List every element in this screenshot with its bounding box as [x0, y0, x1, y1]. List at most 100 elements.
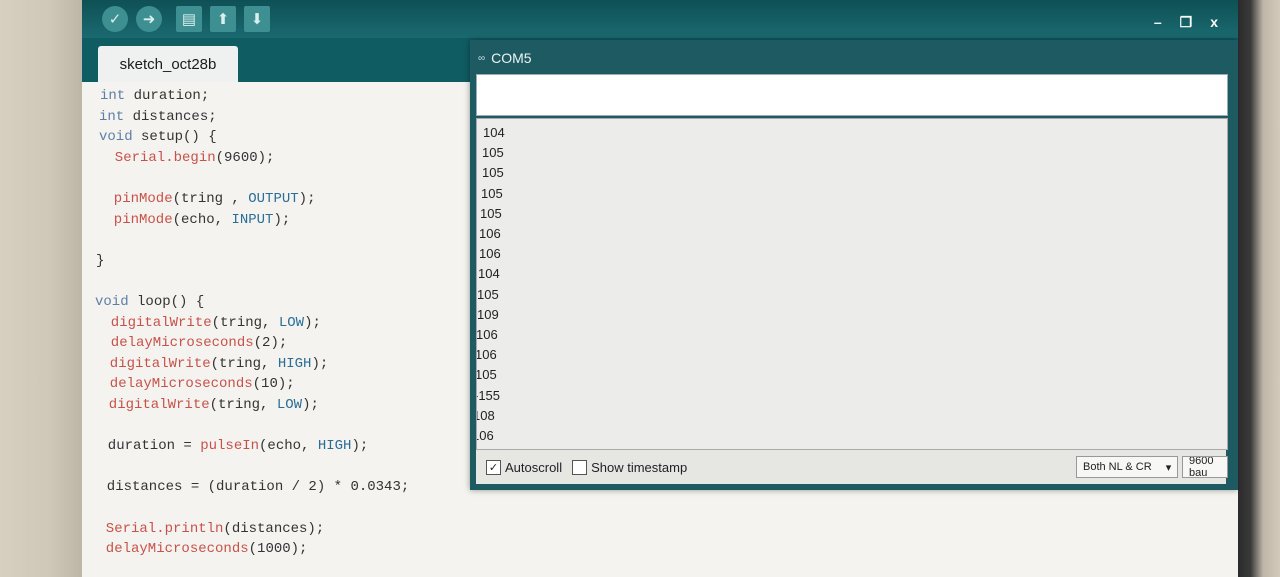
- verify-button[interactable]: ✓: [102, 6, 128, 32]
- code-line: delayMicroseconds(10);: [93, 374, 295, 394]
- code-token: (echo,: [172, 211, 232, 228]
- new-sketch-button[interactable]: ▤: [176, 6, 202, 32]
- document-icon: ▤: [181, 11, 197, 28]
- upload-button[interactable]: ➜: [136, 6, 162, 32]
- code-line: digitalWrite(tring, HIGH);: [93, 354, 328, 374]
- code-token: pinMode: [97, 191, 173, 207]
- code-token: HIGH: [317, 438, 352, 455]
- code-token: (1000);: [248, 541, 308, 558]
- code-token: setup() {: [132, 129, 217, 146]
- code-line: digitalWrite(tring, LOW);: [94, 313, 321, 333]
- code-token: digitalWrite: [94, 314, 212, 331]
- infinity-icon: ∞: [478, 52, 486, 64]
- serial-output-line: 104: [478, 266, 500, 282]
- serial-output-line: 105: [477, 286, 499, 302]
- code-token: delayMicroseconds: [93, 376, 253, 393]
- code-token: int: [99, 108, 125, 125]
- code-line: void loop() {: [95, 292, 204, 312]
- serial-output-line: 106: [476, 327, 498, 342]
- line-ending-select[interactable]: Both NL & CR ▾: [1076, 456, 1179, 478]
- code-token: (tring ,: [172, 191, 249, 207]
- code-line: Serial.println(distances);: [89, 519, 324, 539]
- code-token: Serial.println: [89, 520, 224, 537]
- tab-sketch[interactable]: sketch_oct28b: [98, 46, 238, 82]
- autoscroll-label: Autoscroll: [505, 459, 563, 475]
- serial-output-line: -155: [476, 387, 501, 403]
- save-sketch-button[interactable]: ⬇: [244, 6, 270, 32]
- code-token: void: [99, 129, 133, 146]
- code-token: }: [96, 252, 105, 269]
- code-token: (tring,: [210, 355, 278, 372]
- serial-monitor-window: ∞ COM5 104 105 105 105 105 106 106 104 105 109 106…: [470, 40, 1238, 490]
- open-sketch-button[interactable]: ⬆: [210, 6, 236, 32]
- serial-output-area[interactable]: 104 105 105 105 105 106 106 104 105 109 106 106 105 -…: [476, 118, 1228, 450]
- line-ending-value: Both NL & CR: [1083, 461, 1152, 473]
- code-line: void setup() {: [99, 127, 217, 147]
- code-line: digitalWrite(tring, LOW);: [92, 395, 319, 415]
- serial-output-line: 108: [477, 407, 495, 423]
- code-token: );: [302, 397, 319, 413]
- code-token: INPUT: [231, 211, 274, 228]
- code-token: pinMode: [97, 211, 173, 228]
- monitor-bezel-left: [0, 0, 82, 577]
- code-token: distances;: [124, 108, 217, 125]
- code-token: (9600);: [215, 149, 275, 166]
- code-token: Serial.begin: [98, 149, 216, 166]
- code-token: LOW: [278, 314, 305, 331]
- code-token: void: [95, 294, 129, 310]
- code-token: digitalWrite: [93, 355, 211, 372]
- close-button[interactable]: x: [1210, 14, 1218, 31]
- code-line: }: [96, 251, 104, 271]
- code-token: HIGH: [277, 355, 312, 372]
- serial-output-line: 106: [479, 226, 501, 241]
- serial-output-line: 105: [482, 145, 504, 161]
- arrow-down-icon: ⬇: [250, 11, 264, 28]
- code-token: loop() {: [128, 294, 205, 310]
- arrow-right-icon: ➜: [142, 11, 156, 28]
- code-line: duration = pulseIn(echo, HIGH);: [91, 436, 368, 456]
- show-timestamp-checkbox[interactable]: [572, 459, 588, 475]
- monitor-bezel-right: [1238, 0, 1280, 577]
- code-token: distances = (duration / 2) * 0.0343;: [90, 479, 410, 496]
- code-token: int: [100, 88, 126, 104]
- serial-output-line: 105: [481, 185, 503, 201]
- dropdown-arrow-icon: ▾: [1165, 461, 1172, 474]
- code-token: (tring,: [211, 314, 279, 331]
- code-token: );: [273, 211, 291, 228]
- code-token: (tring,: [209, 397, 277, 413]
- code-token: duration =: [91, 438, 201, 455]
- check-icon: ✓: [108, 11, 122, 28]
- serial-output-line: 106: [479, 246, 501, 262]
- serial-monitor-title: COM5: [491, 50, 532, 66]
- serial-output-line: 106: [476, 347, 497, 363]
- code-token: delayMicroseconds: [94, 335, 254, 352]
- code-line: distances = (duration / 2) * 0.0343;: [90, 477, 409, 497]
- code-line: pinMode(echo, INPUT);: [97, 210, 290, 230]
- serial-output-line: 106: [477, 428, 494, 443]
- code-line: int distances;: [99, 107, 217, 127]
- arrow-up-icon: ⬆: [216, 11, 230, 28]
- code-line: int duration;: [100, 86, 209, 106]
- code-token: duration;: [125, 88, 210, 104]
- baud-rate-value: 9600 bau: [1189, 456, 1214, 478]
- serial-output-line: 104: [483, 125, 505, 140]
- code-line: Serial.begin(9600);: [98, 148, 275, 168]
- baud-rate-select[interactable]: 9600 bau: [1182, 456, 1228, 478]
- code-token: LOW: [276, 397, 303, 413]
- code-token: (2);: [253, 335, 288, 352]
- code-token: );: [311, 355, 329, 372]
- code-line: delayMicroseconds(1000);: [89, 539, 308, 559]
- minimize-button[interactable]: –: [1154, 14, 1162, 31]
- code-token: );: [298, 191, 316, 207]
- serial-bottom-bar: ✓ Autoscroll Show timestamp Both NL & CR…: [476, 450, 1228, 484]
- maximize-button[interactable]: ❐: [1180, 14, 1193, 31]
- screen: ✓ ➜ ▤ ⬆ ⬇ – ❐ x sketch_oct28b int durati…: [82, 0, 1238, 577]
- serial-output-line: 105: [476, 367, 497, 383]
- code-token: (echo,: [259, 438, 318, 455]
- code-token: OUTPUT: [248, 191, 299, 207]
- code-token: );: [304, 314, 321, 331]
- autoscroll-checkbox[interactable]: ✓: [486, 459, 501, 475]
- serial-send-input[interactable]: [476, 74, 1228, 116]
- code-token: (distances);: [223, 520, 325, 537]
- ide-toolbar: ✓ ➜ ▤ ⬆ ⬇ – ❐ x: [82, 0, 1238, 38]
